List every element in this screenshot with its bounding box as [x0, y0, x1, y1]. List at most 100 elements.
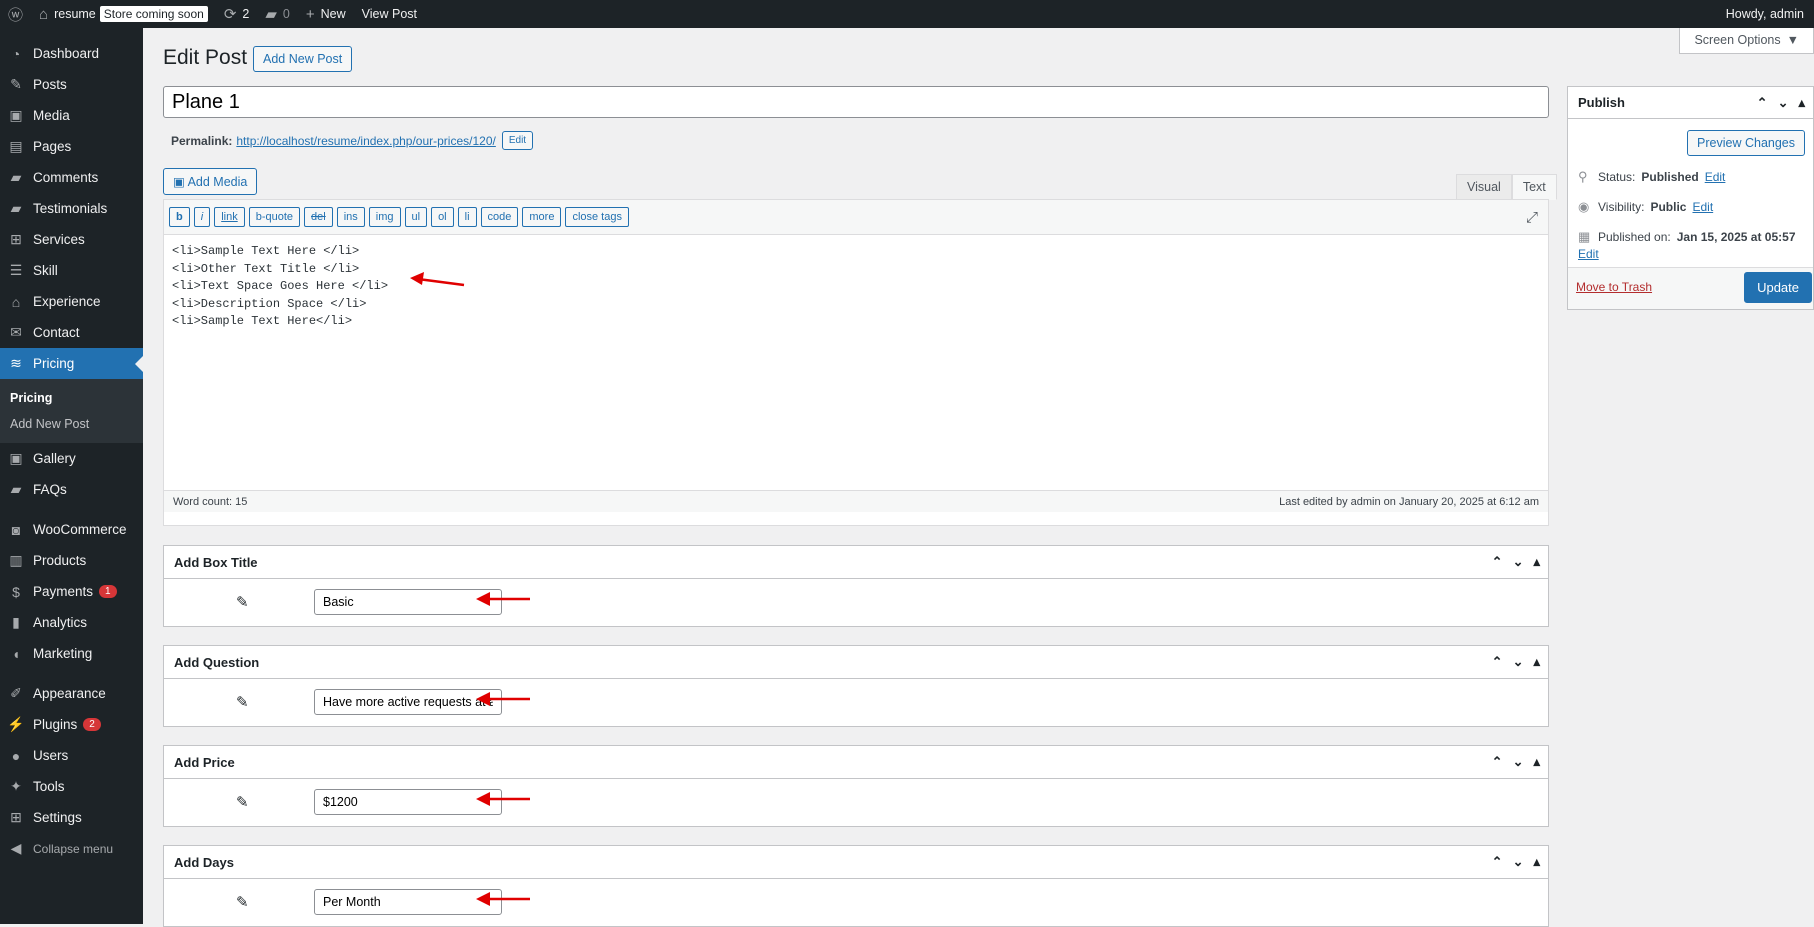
sidebar-item-woocommerce[interactable]: ◙ WooCommerce	[0, 514, 143, 545]
post-title-input[interactable]	[163, 86, 1549, 118]
metabox-title: Add Days	[174, 854, 234, 870]
move-up-icon[interactable]: ⌃	[1492, 654, 1503, 670]
move-up-icon[interactable]: ⌃	[1492, 754, 1503, 770]
quicktag-ol-button[interactable]: ol	[431, 207, 454, 227]
metabox-input[interactable]	[314, 689, 502, 715]
quicktags-toolbar: b i link b-quote del ins img ul ol li code more clos…	[164, 200, 1548, 235]
sidebar-item-tools[interactable]: ✦ Tools	[0, 771, 143, 802]
submenu-add-new-post[interactable]: Add New Post	[0, 411, 143, 437]
submenu-pricing[interactable]: Pricing	[0, 385, 143, 411]
quicktag-b-quote-button[interactable]: b-quote	[248, 207, 301, 227]
sidebar-item-label: FAQs	[33, 482, 67, 497]
sidebar-item-appearance[interactable]: ✐ Appearance	[0, 678, 143, 709]
sidebar-item-analytics[interactable]: ▮ Analytics	[0, 607, 143, 638]
sidebar-item-pages[interactable]: ▤ Pages	[0, 131, 143, 162]
comments-link[interactable]: ▰ 0	[257, 0, 298, 28]
sidebar-item-skill[interactable]: ☰ Skill	[0, 255, 143, 286]
metabox-title: Add Box Title	[174, 554, 258, 570]
view-post-link[interactable]: View Post	[354, 0, 425, 28]
media-icon: ▣	[9, 107, 23, 123]
admin-bar: ⓦ ⌂ resume Store coming soon ⟳ 2 ▰ 0 + New Vi…	[0, 0, 1814, 28]
quicktag-img-button[interactable]: img	[368, 207, 401, 227]
updates-icon: ⟳	[223, 6, 237, 23]
move-down-icon[interactable]: ⌄	[1513, 854, 1524, 870]
sidebar-item-faqs[interactable]: ▰ FAQs	[0, 474, 143, 505]
metabox-input[interactable]	[314, 789, 502, 815]
home-icon: ⌂	[39, 5, 49, 23]
sidebar-item-settings[interactable]: ⊞ Settings	[0, 802, 143, 833]
move-down-icon[interactable]: ⌄	[1513, 654, 1524, 670]
fullscreen-icon[interactable]: ⤢	[1526, 209, 1538, 226]
edit-visibility-link[interactable]: Edit	[1692, 200, 1713, 214]
move-down-icon[interactable]: ⌄	[1513, 554, 1524, 570]
metabox-add-box-title: Add Box Title ⌃ ⌄ ▴ ✎	[163, 545, 1549, 627]
sidebar-item-products[interactable]: ▥ Products	[0, 545, 143, 576]
store-badge[interactable]: Store coming soon	[99, 6, 208, 22]
preview-changes-button[interactable]: Preview Changes	[1687, 130, 1805, 156]
quicktag-more-button[interactable]: more	[522, 207, 562, 227]
edit-date-link[interactable]: Edit	[1578, 247, 1599, 261]
add-new-post-button[interactable]: Add New Post	[253, 46, 353, 72]
brush-icon: ✐	[10, 685, 22, 701]
sidebar-item-posts[interactable]: ✎ Posts	[0, 69, 143, 100]
move-up-icon[interactable]: ⌃	[1492, 554, 1503, 570]
update-button[interactable]: Update	[1744, 272, 1812, 303]
sidebar-item-label: Comments	[33, 170, 99, 185]
new-content-link[interactable]: + New	[298, 0, 354, 28]
edit-status-link[interactable]: Edit	[1705, 170, 1726, 184]
toggle-panel-icon[interactable]: ▴	[1533, 854, 1540, 870]
permalink-edit-button[interactable]: Edit	[501, 131, 534, 150]
quicktag-code-button[interactable]: code	[480, 207, 519, 227]
sidebar-item-users[interactable]: ● Users	[0, 740, 143, 771]
sidebar-item-pricing[interactable]: ≋ Pricing	[0, 348, 143, 379]
move-up-icon[interactable]: ⌃	[1757, 95, 1768, 111]
sidebar-item-testimonials[interactable]: ▰ Testimonials	[0, 193, 143, 224]
account-menu[interactable]: Howdy, admin	[1718, 0, 1814, 28]
sidebar-item-services[interactable]: ⊞ Services	[0, 224, 143, 255]
tab-text[interactable]: Text	[1511, 174, 1557, 200]
move-up-icon[interactable]: ⌃	[1492, 854, 1503, 870]
grid-icon: ⊞	[10, 231, 22, 247]
toggle-panel-icon[interactable]: ▴	[1533, 754, 1540, 770]
screen-options-button[interactable]: Screen Options ▼	[1679, 28, 1814, 54]
sidebar-item-label: Analytics	[33, 615, 88, 630]
sidebar-item-contact[interactable]: ✉ Contact	[0, 317, 143, 348]
sidebar-item-gallery[interactable]: ▣ Gallery	[0, 443, 143, 474]
toggle-panel-icon[interactable]: ▴	[1533, 654, 1540, 670]
move-to-trash-link[interactable]: Move to Trash	[1576, 280, 1652, 294]
content-textarea[interactable]	[164, 235, 1548, 490]
sidebar-item-comments[interactable]: ▰ Comments	[0, 162, 143, 193]
quicktag-li-button[interactable]: li	[457, 207, 477, 227]
quicktag-ul-button[interactable]: ul	[404, 207, 428, 227]
comment-icon: ▰	[10, 481, 22, 497]
quicktag-i-button[interactable]: i	[193, 207, 211, 227]
quicktag-b-button[interactable]: b	[169, 207, 190, 227]
sidebar-item-collapse-menu[interactable]: ◀ Collapse menu	[0, 833, 143, 864]
sidebar-item-marketing[interactable]: ◖ Marketing	[0, 638, 143, 669]
metabox-input[interactable]	[314, 589, 502, 615]
site-name-link[interactable]: ⌂ resume Store coming soon	[31, 0, 216, 28]
sidebar-item-experience[interactable]: ⌂ Experience	[0, 286, 143, 317]
sidebar-item-dashboard[interactable]: ◔ Dashboard	[0, 38, 143, 69]
metabox-input[interactable]	[314, 889, 502, 915]
collapse-icon: ◀	[10, 840, 22, 856]
notification-badge: 1	[99, 585, 117, 598]
move-down-icon[interactable]: ⌄	[1778, 95, 1789, 111]
add-media-button[interactable]: ▣ Add Media	[163, 168, 258, 195]
quicktag-ins-button[interactable]: ins	[336, 207, 365, 227]
sidebar-item-plugins[interactable]: ⚡ Plugins 2	[0, 709, 143, 740]
updates-link[interactable]: ⟳ 2	[216, 0, 258, 28]
toggle-panel-icon[interactable]: ▴	[1533, 554, 1540, 570]
permalink-link[interactable]: http://localhost/resume/index.php/our-pr…	[236, 134, 495, 148]
wordpress-logo[interactable]: ⓦ	[0, 0, 31, 28]
move-down-icon[interactable]: ⌄	[1513, 754, 1524, 770]
tab-visual[interactable]: Visual	[1456, 174, 1512, 200]
sidebar-item-media[interactable]: ▣ Media	[0, 100, 143, 131]
quicktag-del-button[interactable]: del	[304, 207, 333, 227]
sidebar-item-label: Gallery	[33, 451, 76, 466]
toggle-panel-icon[interactable]: ▴	[1798, 95, 1805, 111]
pencil-icon: ✎	[236, 594, 249, 611]
quicktag-link-button[interactable]: link	[214, 207, 245, 227]
quicktag-close-tags-button[interactable]: close tags	[565, 207, 629, 227]
sidebar-item-payments[interactable]: $ Payments 1	[0, 576, 143, 607]
